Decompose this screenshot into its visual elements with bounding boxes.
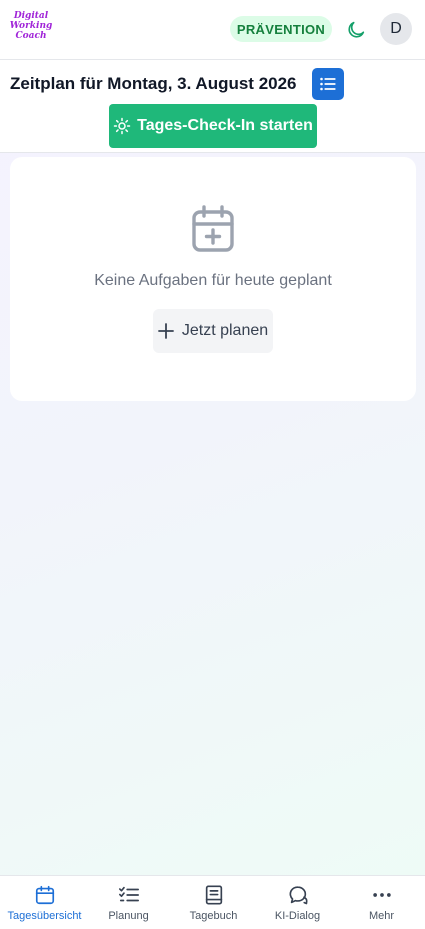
nav-label-planung: Planung — [108, 910, 149, 922]
nav-label-tagesuebersicht: Tagesübersicht — [7, 910, 82, 922]
logo-line-2: Working — [9, 21, 53, 31]
app-logo[interactable]: Digital Working Coach — [9, 11, 53, 47]
nav-item-planung[interactable]: Planung — [86, 877, 171, 927]
checklist-icon — [118, 886, 139, 902]
prevention-badge: PRÄVENTION — [230, 16, 332, 42]
nav-item-ki-dialog[interactable]: KI-Dialog — [255, 877, 340, 927]
start-checkin-button[interactable]: Tages-Check-In starten — [109, 104, 317, 148]
nav-item-tagesuebersicht[interactable]: Tagesübersicht — [2, 877, 87, 927]
empty-state-message: Keine Aufgaben für heute geplant — [94, 272, 332, 289]
user-avatar[interactable]: D — [380, 13, 412, 45]
logo-line-1: Digital — [13, 11, 49, 21]
nav-label-mehr: Mehr — [368, 910, 395, 922]
more-icon — [372, 893, 391, 897]
plan-now-label: Jetzt planen — [181, 322, 269, 339]
chat-icon — [289, 886, 308, 905]
plan-now-button[interactable]: Jetzt planen — [153, 309, 273, 353]
plus-icon — [157, 323, 174, 339]
list-view-button[interactable] — [312, 68, 344, 100]
calendar-icon — [35, 885, 54, 905]
nav-item-mehr[interactable]: Mehr — [339, 877, 424, 927]
nav-label-ki-dialog: KI-Dialog — [274, 910, 321, 922]
page-title: Zeitplan für Montag, 3. August 2026 — [10, 74, 297, 93]
book-icon — [205, 885, 222, 905]
list-icon — [320, 77, 336, 91]
logo-line-3: Coach — [15, 31, 47, 41]
nav-label-tagebuch: Tagebuch — [189, 910, 238, 922]
sun-icon — [113, 117, 131, 135]
start-checkin-label: Tages-Check-In starten — [137, 117, 313, 134]
moon-icon[interactable] — [345, 19, 367, 41]
calendar-plus-icon — [192, 205, 234, 252]
nav-item-tagebuch[interactable]: Tagebuch — [171, 877, 256, 927]
